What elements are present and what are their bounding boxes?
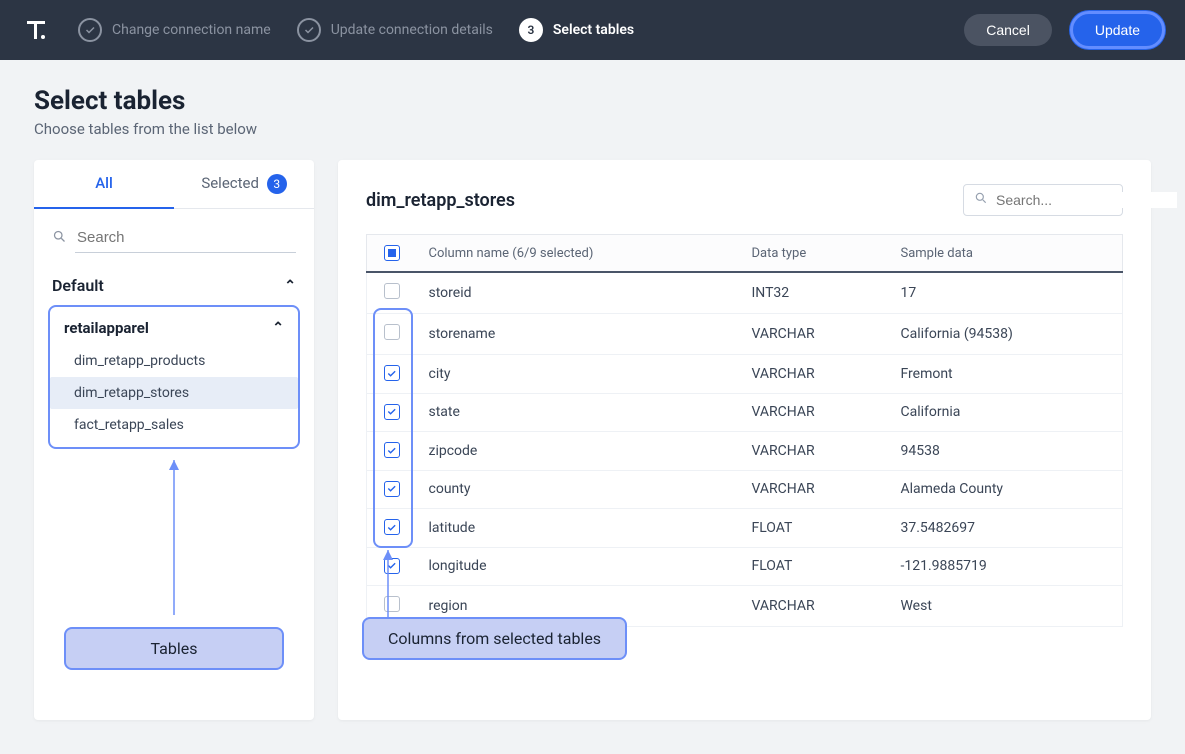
- schema-highlight-box: retailapparel ⌃ dim_retapp_productsdim_r…: [48, 305, 300, 449]
- row-checkbox[interactable]: [384, 519, 400, 535]
- callout-tables: Tables: [64, 627, 284, 670]
- row-checkbox[interactable]: [384, 324, 400, 340]
- select-all-checkbox[interactable]: [384, 245, 400, 261]
- selected-table-title: dim_retapp_stores: [366, 190, 515, 211]
- col-header-name: Column name (6/9 selected): [417, 235, 740, 273]
- cell-name: latitude: [417, 509, 740, 548]
- row-checkbox[interactable]: [384, 404, 400, 420]
- group-label: Default: [52, 276, 104, 295]
- row-checkbox[interactable]: [384, 442, 400, 458]
- step-2-label: Update connection details: [331, 22, 493, 38]
- step-3[interactable]: 3 Select tables: [519, 18, 634, 42]
- cell-type: VARCHAR: [739, 355, 888, 394]
- tab-selected[interactable]: Selected 3: [174, 160, 314, 208]
- chevron-up-icon: ⌃: [284, 278, 296, 294]
- table-row: stateVARCHARCalifornia: [367, 393, 1123, 432]
- cell-sample: West: [888, 586, 1122, 627]
- tab-all[interactable]: All: [34, 160, 174, 208]
- cell-type: INT32: [739, 272, 888, 314]
- tab-selected-label: Selected: [201, 174, 259, 192]
- cell-sample: 37.5482697: [888, 509, 1122, 548]
- cell-sample: Fremont: [888, 355, 1122, 394]
- cell-type: FLOAT: [739, 547, 888, 586]
- cell-sample: 94538: [888, 432, 1122, 471]
- callout-arrow: [164, 460, 184, 620]
- cell-type: FLOAT: [739, 509, 888, 548]
- group-default[interactable]: Default ⌃: [34, 262, 314, 305]
- update-button[interactable]: Update: [1070, 11, 1165, 49]
- col-header-sample: Sample data: [888, 235, 1122, 273]
- cell-type: VARCHAR: [739, 586, 888, 627]
- cell-sample: California (94538): [888, 314, 1122, 355]
- app-logo: [20, 14, 52, 46]
- step-2[interactable]: Update connection details: [297, 18, 493, 42]
- table-row: countyVARCHARAlameda County: [367, 470, 1123, 509]
- row-checkbox[interactable]: [384, 481, 400, 497]
- table-row: storeidINT3217: [367, 272, 1123, 314]
- table-row: storenameVARCHARCalifornia (94538): [367, 314, 1123, 355]
- table-item[interactable]: dim_retapp_products: [50, 345, 298, 377]
- columns-panel: dim_retapp_stores Column name (6/9 selec…: [338, 160, 1151, 720]
- table-search-input[interactable]: [75, 223, 296, 253]
- column-search-box[interactable]: [963, 184, 1123, 216]
- column-search-input[interactable]: [996, 192, 1177, 208]
- cell-name: state: [417, 393, 740, 432]
- cell-name: storeid: [417, 272, 740, 314]
- search-icon: [974, 191, 988, 209]
- check-icon: [297, 18, 321, 42]
- wizard-header: Change connection name Update connection…: [0, 0, 1185, 60]
- columns-table: Column name (6/9 selected) Data type Sam…: [366, 234, 1123, 627]
- schema-name: retailapparel: [64, 319, 149, 337]
- step-1[interactable]: Change connection name: [78, 18, 271, 42]
- col-header-type: Data type: [739, 235, 888, 273]
- table-row: zipcodeVARCHAR94538: [367, 432, 1123, 471]
- step-3-number: 3: [519, 18, 543, 42]
- step-3-label: Select tables: [553, 22, 634, 38]
- row-checkbox[interactable]: [384, 596, 400, 612]
- callout-columns: Columns from selected tables: [362, 617, 627, 660]
- row-checkbox[interactable]: [384, 558, 400, 574]
- cell-sample: 17: [888, 272, 1122, 314]
- step-1-label: Change connection name: [112, 22, 271, 38]
- cell-name: zipcode: [417, 432, 740, 471]
- cell-type: VARCHAR: [739, 393, 888, 432]
- cell-type: VARCHAR: [739, 432, 888, 471]
- cell-name: county: [417, 470, 740, 509]
- tables-sidebar: All Selected 3 Default ⌃ retailappa: [34, 160, 314, 720]
- search-icon: [52, 229, 67, 248]
- table-item[interactable]: fact_retapp_sales: [50, 409, 298, 441]
- cell-name: storename: [417, 314, 740, 355]
- cell-name: longitude: [417, 547, 740, 586]
- check-icon: [78, 18, 102, 42]
- table-row: latitudeFLOAT37.5482697: [367, 509, 1123, 548]
- cell-type: VARCHAR: [739, 470, 888, 509]
- cell-name: city: [417, 355, 740, 394]
- table-row: longitudeFLOAT-121.9885719: [367, 547, 1123, 586]
- table-item[interactable]: dim_retapp_stores: [50, 377, 298, 409]
- page-subtitle: Choose tables from the list below: [34, 120, 1151, 138]
- table-row: cityVARCHARFremont: [367, 355, 1123, 394]
- cancel-button[interactable]: Cancel: [964, 14, 1052, 46]
- selected-count-badge: 3: [267, 174, 287, 194]
- row-checkbox[interactable]: [384, 365, 400, 381]
- cell-type: VARCHAR: [739, 314, 888, 355]
- cell-sample: -121.9885719: [888, 547, 1122, 586]
- schema-retailapparel[interactable]: retailapparel ⌃: [50, 311, 298, 345]
- page-title: Select tables: [34, 86, 1151, 116]
- row-checkbox[interactable]: [384, 283, 400, 299]
- cell-sample: Alameda County: [888, 470, 1122, 509]
- tab-all-label: All: [95, 174, 113, 192]
- chevron-up-icon: ⌃: [272, 320, 284, 336]
- cell-sample: California: [888, 393, 1122, 432]
